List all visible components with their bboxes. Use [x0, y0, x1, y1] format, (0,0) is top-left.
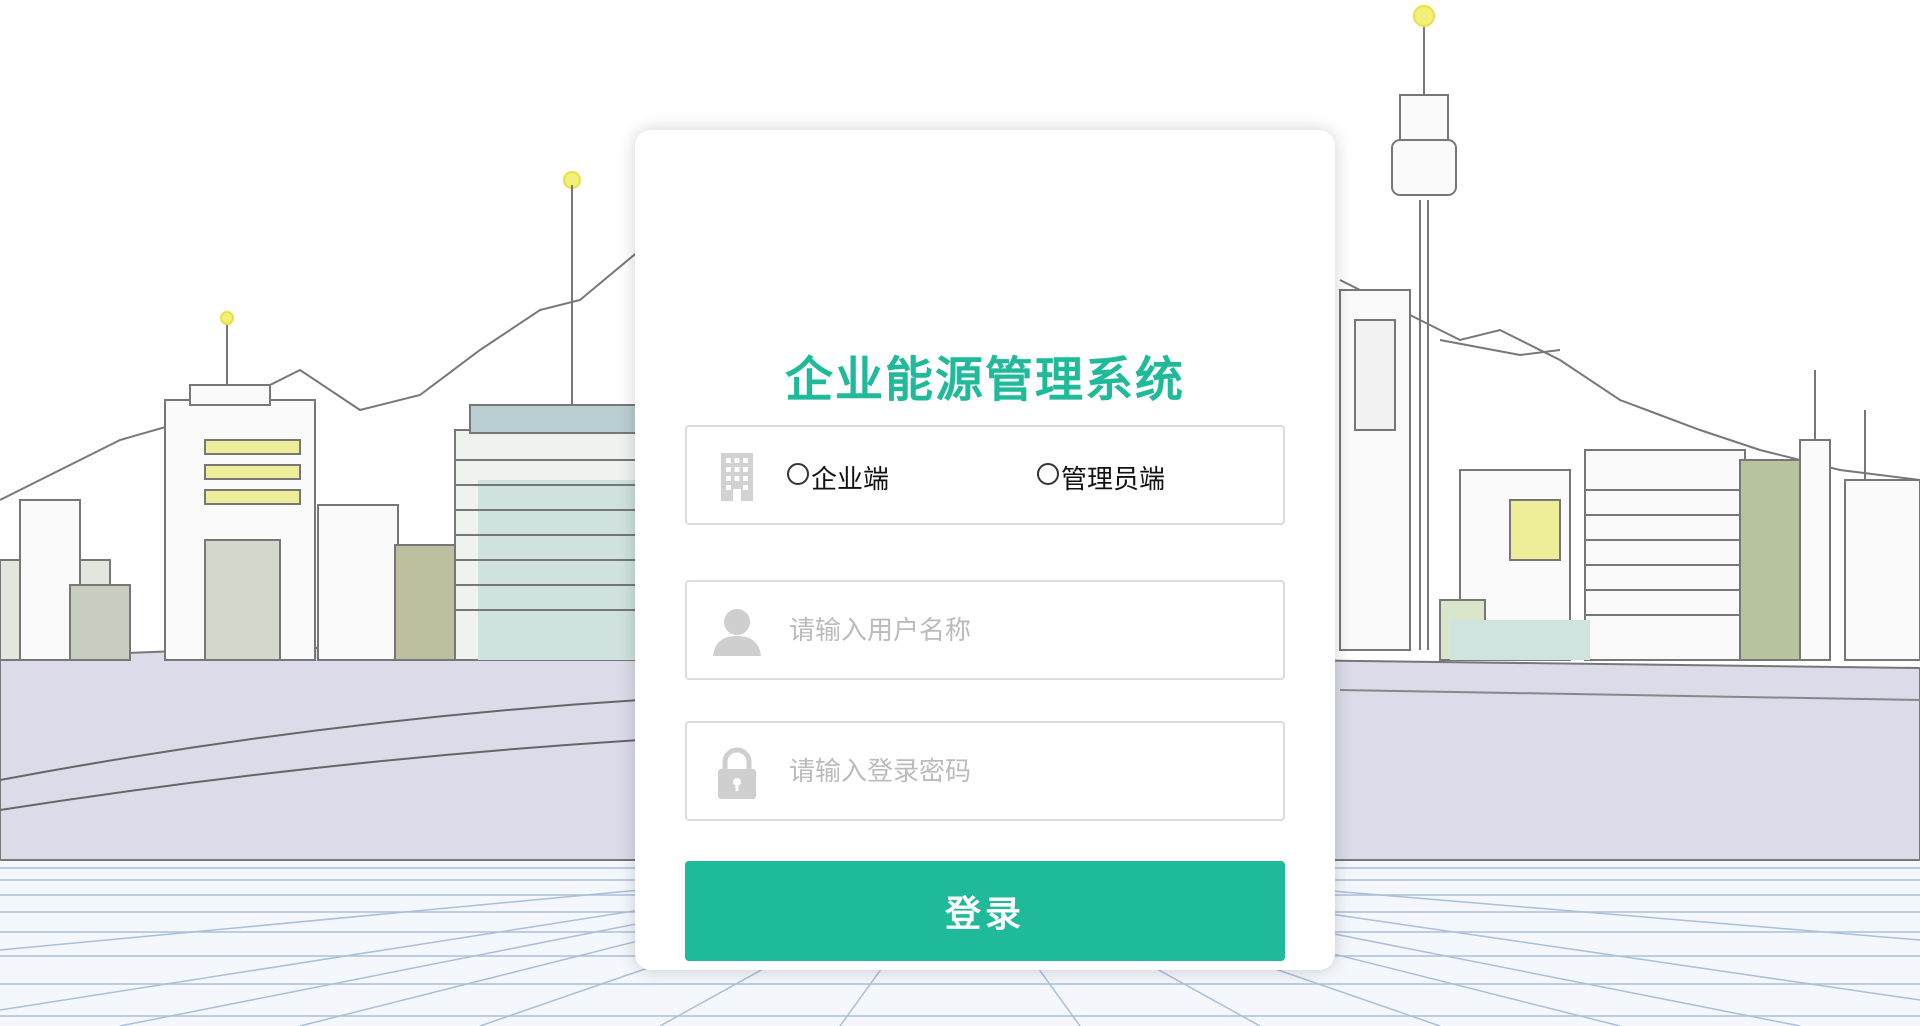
password-field [685, 721, 1285, 821]
role-option-admin-label: 管理员端 [1061, 464, 1166, 495]
lock-icon [718, 747, 756, 799]
right-buildings [1339, 5, 1920, 661]
password-input[interactable] [787, 748, 1271, 796]
user-icon [713, 609, 761, 656]
login-card: 企业能源管理系统 企业端 管理员端 请输入用户名称 登录 [635, 130, 1335, 970]
login-page: 企业能源管理系统 企业端 管理员端 请输入用户名称 登录 [0, 0, 1920, 1026]
role-option-enterprise[interactable]: 企业端 [787, 457, 889, 497]
role-selector: 企业端 管理员端 [685, 425, 1285, 525]
role-option-admin[interactable]: 管理员端 [1037, 457, 1165, 497]
page-title: 企业能源管理系统 [784, 352, 1185, 408]
login-button[interactable]: 登录 [685, 861, 1285, 961]
role-option-enterprise-label: 企业端 [811, 464, 890, 495]
building-icon [721, 453, 753, 501]
username-field [685, 580, 1285, 680]
username-input[interactable] [787, 607, 1271, 655]
radio-enterprise[interactable] [787, 463, 809, 485]
radio-admin[interactable] [1037, 463, 1059, 485]
left-buildings [0, 171, 641, 661]
